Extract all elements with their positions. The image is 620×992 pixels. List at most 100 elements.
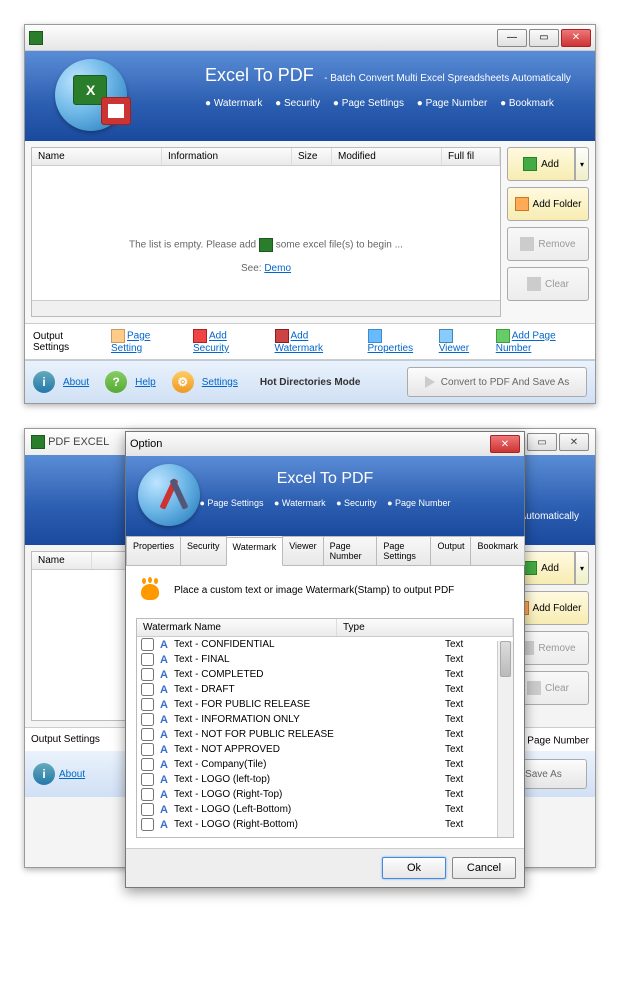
bg-about-link[interactable]: About (59, 769, 85, 780)
page-number-icon (496, 329, 510, 343)
text-a-icon: A (158, 729, 170, 741)
watermark-row[interactable]: AText - NOT FOR PUBLIC RELEASEText (137, 727, 513, 742)
watermark-name: Text - COMPLETED (174, 669, 445, 680)
watermark-row[interactable]: AText - LOGO (Right-Bottom)Text (137, 817, 513, 832)
settings-link[interactable]: Settings (202, 377, 238, 388)
help-link[interactable]: Help (135, 377, 156, 388)
text-a-icon: A (158, 759, 170, 771)
vertical-scrollbar[interactable] (497, 641, 513, 837)
watermark-row[interactable]: AText - LOGO (Right-Top)Text (137, 787, 513, 802)
watermark-checkbox[interactable] (141, 698, 154, 711)
watermark-name: Text - CONFIDENTIAL (174, 639, 445, 650)
col-watermark-name[interactable]: Watermark Name (137, 619, 337, 636)
watermark-row[interactable]: AText - CONFIDENTIALText (137, 637, 513, 652)
watermark-name: Text - LOGO (Left-Bottom) (174, 804, 445, 815)
file-list: Name Information Size Modified Full fil … (31, 147, 501, 317)
col-size[interactable]: Size (292, 148, 332, 165)
bg-maximize-button[interactable]: ▭ (527, 433, 557, 451)
watermark-name: Text - LOGO (left-top) (174, 774, 445, 785)
watermark-table: Watermark Name Type A Text - CONFIDENTIAL… (136, 618, 514, 838)
watermark-name: Text - INFORMATION ONLY (174, 714, 445, 725)
demo-link[interactable]: Demo (264, 263, 291, 274)
maximize-button[interactable]: ▭ (529, 29, 559, 47)
dialog-titlebar: Option ✕ (126, 432, 524, 456)
ok-button[interactable]: Ok (382, 857, 446, 879)
tab-output[interactable]: Output (430, 536, 471, 565)
tab-properties[interactable]: Properties (126, 536, 181, 565)
watermark-checkbox[interactable] (141, 743, 154, 756)
clear-button[interactable]: Clear (507, 267, 589, 301)
watermark-checkbox[interactable] (141, 773, 154, 786)
hot-mode-label[interactable]: Hot Directories Mode (260, 377, 361, 388)
watermark-row[interactable]: AText - DRAFTText (137, 682, 513, 697)
about-link[interactable]: About (63, 377, 89, 388)
watermark-row[interactable]: AText - NOT APPROVEDText (137, 742, 513, 757)
add-folder-button[interactable]: Add Folder (507, 187, 589, 221)
watermark-checkbox[interactable] (141, 803, 154, 816)
text-a-icon: A (158, 819, 170, 831)
watermark-name: Text - NOT FOR PUBLIC RELEASE (174, 729, 445, 740)
watermark-checkbox[interactable] (141, 713, 154, 726)
watermark-checkbox[interactable] (141, 758, 154, 771)
properties-link[interactable]: Properties (368, 343, 414, 354)
convert-button[interactable]: Convert to PDF And Save As (407, 367, 587, 397)
watermark-row[interactable]: AText - FOR PUBLIC RELEASEText (137, 697, 513, 712)
watermark-checkbox[interactable] (141, 638, 154, 651)
col-info[interactable]: Information (162, 148, 292, 165)
dialog-title: Option (130, 438, 162, 450)
col-name[interactable]: Name (32, 148, 162, 165)
watermark-tab-body: Place a custom text or image Watermark(S… (126, 566, 524, 848)
cancel-button[interactable]: Cancel (452, 857, 516, 879)
watermark-checkbox[interactable] (141, 788, 154, 801)
add-dropdown[interactable]: ▾ (575, 147, 589, 181)
horizontal-scrollbar[interactable] (32, 300, 500, 316)
watermark-row[interactable]: AText - LOGO (Left-Bottom)Text (137, 802, 513, 817)
tab-watermark[interactable]: Watermark (226, 537, 284, 566)
watermark-name: Text - NOT APPROVED (174, 744, 445, 755)
clear-icon (527, 277, 541, 291)
tab-bookmark[interactable]: Bookmark (470, 536, 525, 565)
watermark-row[interactable]: AText - Company(Tile)Text (137, 757, 513, 772)
bottom-bar: iAbout ?Help ⚙Settings Hot Directories M… (25, 360, 595, 403)
tab-security[interactable]: Security (180, 536, 227, 565)
watermark-checkbox[interactable] (141, 668, 154, 681)
watermark-checkbox[interactable] (141, 683, 154, 696)
watermark-name: Text - FINAL (174, 654, 445, 665)
tab-page-number[interactable]: Page Number (323, 536, 378, 565)
close-button[interactable]: ✕ (561, 29, 591, 47)
app-small-icon (29, 31, 43, 45)
main-window: — ▭ ✕ Excel To PDF - Batch Convert Multi… (24, 24, 596, 404)
tab-page-settings[interactable]: Page Settings (376, 536, 431, 565)
watermark-row[interactable]: AText - COMPLETEDText (137, 667, 513, 682)
minimize-button[interactable]: — (497, 29, 527, 47)
tab-viewer[interactable]: Viewer (282, 536, 323, 565)
text-a-icon: A (158, 669, 170, 681)
text-a-icon: A (158, 714, 170, 726)
watermark-row[interactable]: AText - INFORMATION ONLYText (137, 712, 513, 727)
help-icon: ? (105, 371, 127, 393)
foot-icon (136, 576, 164, 604)
banner-subtitle: - Batch Convert Multi Excel Spreadsheets… (324, 73, 571, 84)
watermark-row[interactable]: AText - LOGO (left-top)Text (137, 772, 513, 787)
page-setting-icon (111, 329, 125, 343)
banner-tags: Watermark Security Page Settings Page Nu… (205, 98, 575, 109)
bg-add-dropdown[interactable]: ▾ (575, 551, 589, 585)
col-watermark-type[interactable]: Type (337, 619, 513, 636)
arrow-icon (425, 376, 435, 388)
watermark-checkbox[interactable] (141, 818, 154, 831)
viewer-link[interactable]: Viewer (439, 343, 469, 354)
watermark-checkbox[interactable] (141, 653, 154, 666)
remove-button[interactable]: Remove (507, 227, 589, 261)
text-a-icon: A (158, 639, 170, 651)
watermark-name: Text - LOGO (Right-Bottom) (174, 819, 445, 830)
dialog-close-button[interactable]: ✕ (490, 435, 520, 453)
bg-close-button[interactable]: ✕ (559, 433, 589, 451)
col-fullfile[interactable]: Full fil (442, 148, 500, 165)
watermark-checkbox[interactable] (141, 728, 154, 741)
watermark-name: Text - LOGO (Right-Top) (174, 789, 445, 800)
watermark-row[interactable]: AText - FINALText (137, 652, 513, 667)
dialog-banner: Excel To PDF Page Settings Watermark Sec… (126, 456, 524, 536)
col-modified[interactable]: Modified (332, 148, 442, 165)
add-button[interactable]: Add (507, 147, 575, 181)
add-icon (523, 157, 537, 171)
